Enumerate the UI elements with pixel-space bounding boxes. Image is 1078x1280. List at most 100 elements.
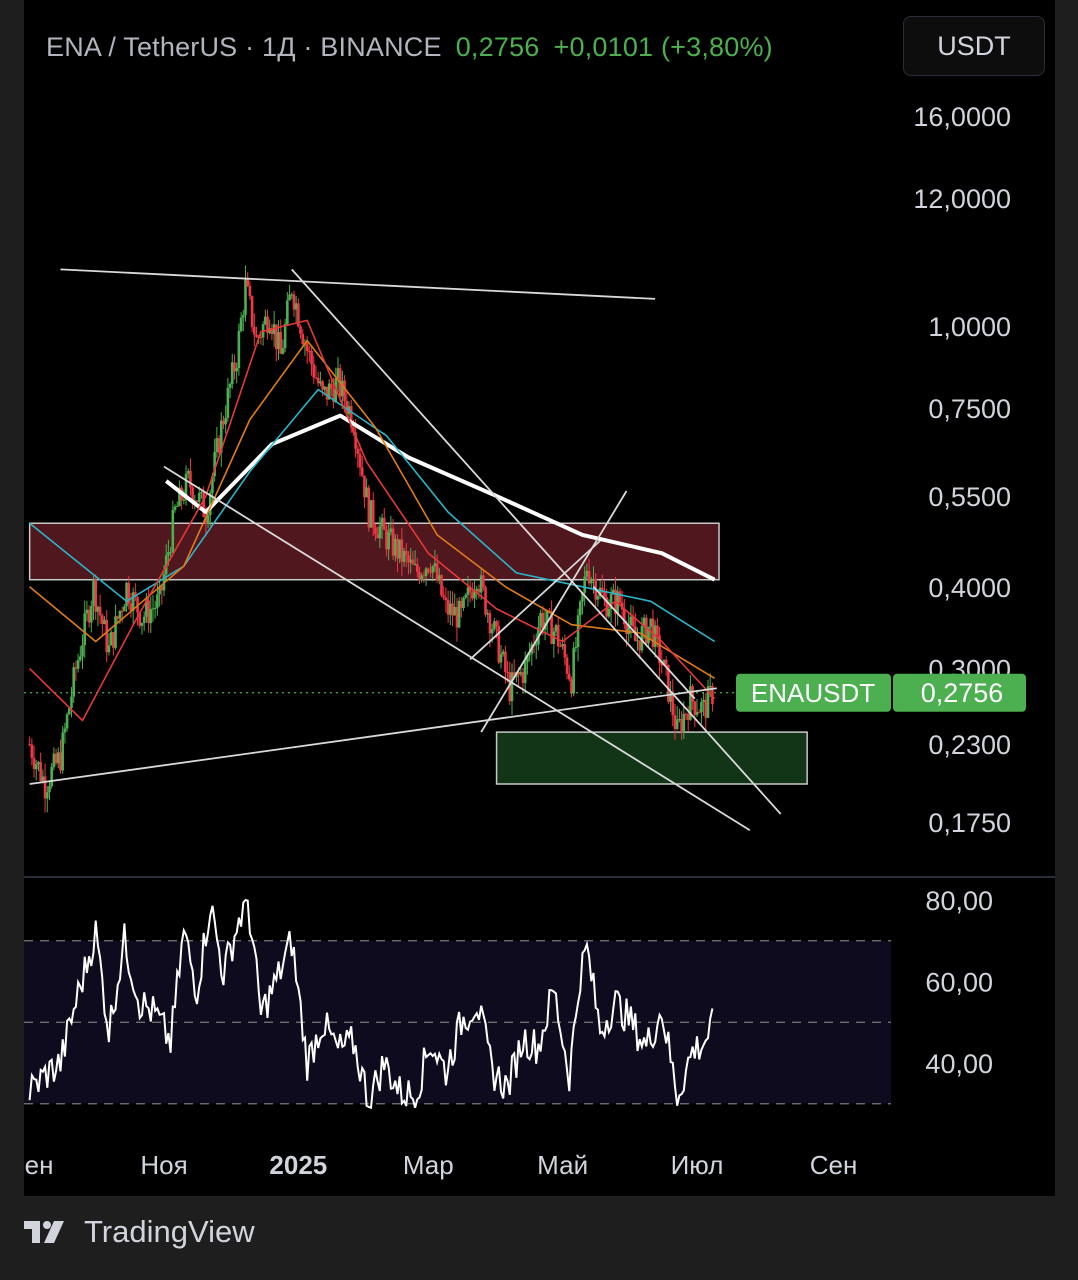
time-axis-label: Мар <box>403 1150 454 1180</box>
candle-body <box>48 786 51 793</box>
candle-body <box>283 324 287 349</box>
trendline-7 <box>592 586 696 700</box>
candle-body <box>123 606 126 612</box>
candle-body <box>442 595 446 598</box>
candle-body <box>149 609 153 624</box>
candle-body <box>444 597 448 601</box>
candle-body <box>691 686 694 702</box>
candle-body <box>440 575 443 596</box>
time-axis-label: 2025 <box>269 1150 327 1180</box>
candle-body <box>206 515 210 525</box>
candle-body <box>30 744 34 759</box>
candle-body <box>578 601 582 616</box>
price-axis-tick: 0,4000 <box>928 573 1011 603</box>
price-axis-tick: 0,5500 <box>928 482 1011 512</box>
symbol-title[interactable]: ENA / TetherUS · 1Д · BINANCE <box>46 32 442 62</box>
candle-body <box>171 509 175 552</box>
candle-body <box>374 527 377 535</box>
brand-name: TradingView <box>84 1214 255 1249</box>
candle-body <box>189 470 192 488</box>
candle-body <box>50 767 53 787</box>
candle-body <box>556 625 560 647</box>
candle-body <box>63 728 67 733</box>
zones-layer <box>28 522 808 785</box>
candle-body <box>153 607 157 609</box>
candle-body <box>235 368 238 372</box>
support-zone <box>495 731 808 785</box>
price-axis-tick: 1,0000 <box>928 312 1011 342</box>
candle-body <box>142 616 146 623</box>
candle-body <box>618 591 622 603</box>
header-price: 0,2756 <box>455 32 540 62</box>
candle-body <box>118 610 122 619</box>
candle-body <box>169 551 172 553</box>
candle-body <box>34 764 38 770</box>
candle-body <box>490 629 494 634</box>
price-axis-tick: 0,2300 <box>928 730 1011 760</box>
candle-body <box>462 597 465 608</box>
rsi-axis-tick: 60,00 <box>925 968 993 998</box>
time-axis-label: Ноя <box>140 1150 187 1180</box>
symbol-price-tag-label: ENAUSDT <box>751 678 875 708</box>
price-axis-tick: 12,0000 <box>913 184 1011 214</box>
candle-body <box>107 645 111 653</box>
candle-body <box>288 294 291 301</box>
candle-body <box>567 673 571 680</box>
candle-body <box>239 317 243 332</box>
candle-body <box>411 559 415 565</box>
candle-body <box>76 659 80 669</box>
header-change: +0,0101 (+3,80%) <box>553 32 773 62</box>
candle-body <box>45 792 49 799</box>
chart-canvas[interactable]: 80,00 60,00 40,00 16,0000 12,0000 1,0000 0,75… <box>0 0 1078 1280</box>
candle-body <box>156 594 159 608</box>
candle-body <box>253 326 256 335</box>
rsi-axis-tick: 80,00 <box>925 886 993 916</box>
candle-body <box>371 500 375 528</box>
time-axis-label: Июл <box>671 1150 724 1180</box>
candle-body <box>259 337 263 339</box>
symbol-header: ENA / TetherUS · 1Д · BINANCE 0,2756 +0,01… <box>46 32 773 63</box>
time-axis-label: Май <box>537 1150 588 1180</box>
candle-body <box>387 532 390 550</box>
footer-brand: TradingView <box>24 1214 255 1250</box>
candle-body <box>250 296 254 327</box>
time-axis-label: Сен <box>810 1150 858 1180</box>
candle-body <box>572 648 575 694</box>
candle-body <box>248 285 252 297</box>
candle-body <box>431 566 435 573</box>
candle-body <box>596 596 600 600</box>
price-axis-tick: 0,7500 <box>928 394 1011 424</box>
candle-body <box>281 348 285 354</box>
candle-body <box>301 333 305 344</box>
candle-body <box>98 606 102 616</box>
currency-button[interactable]: USDT <box>903 16 1045 76</box>
candle-body <box>382 517 386 530</box>
trendline-3 <box>163 465 751 832</box>
candle-body <box>523 662 527 683</box>
candle-body <box>140 622 144 626</box>
candle-body <box>499 654 503 663</box>
price-axis-tick: 16,0000 <box>913 102 1011 132</box>
candle-body <box>607 609 611 617</box>
candle-body <box>360 467 364 476</box>
candle-body <box>79 656 82 660</box>
candle-body <box>61 732 64 771</box>
candle-body <box>700 702 703 713</box>
candle-body <box>224 417 227 425</box>
price-axis-tick: 0,1750 <box>928 808 1011 838</box>
candle-body <box>226 387 230 418</box>
candle-body <box>697 712 701 714</box>
candle-body <box>534 644 538 646</box>
candle-body <box>310 351 313 365</box>
candle-body <box>565 657 569 674</box>
candle-body <box>378 526 382 539</box>
candle-body <box>482 575 485 587</box>
candle-body <box>70 696 73 709</box>
candle-body <box>356 448 360 454</box>
last-price-tag-value: 0,2756 <box>921 678 1004 708</box>
candle-body <box>65 714 69 729</box>
candle-body <box>583 576 586 593</box>
left-gutter <box>0 0 24 1196</box>
candle-body <box>90 606 93 623</box>
candle-body <box>404 550 408 556</box>
